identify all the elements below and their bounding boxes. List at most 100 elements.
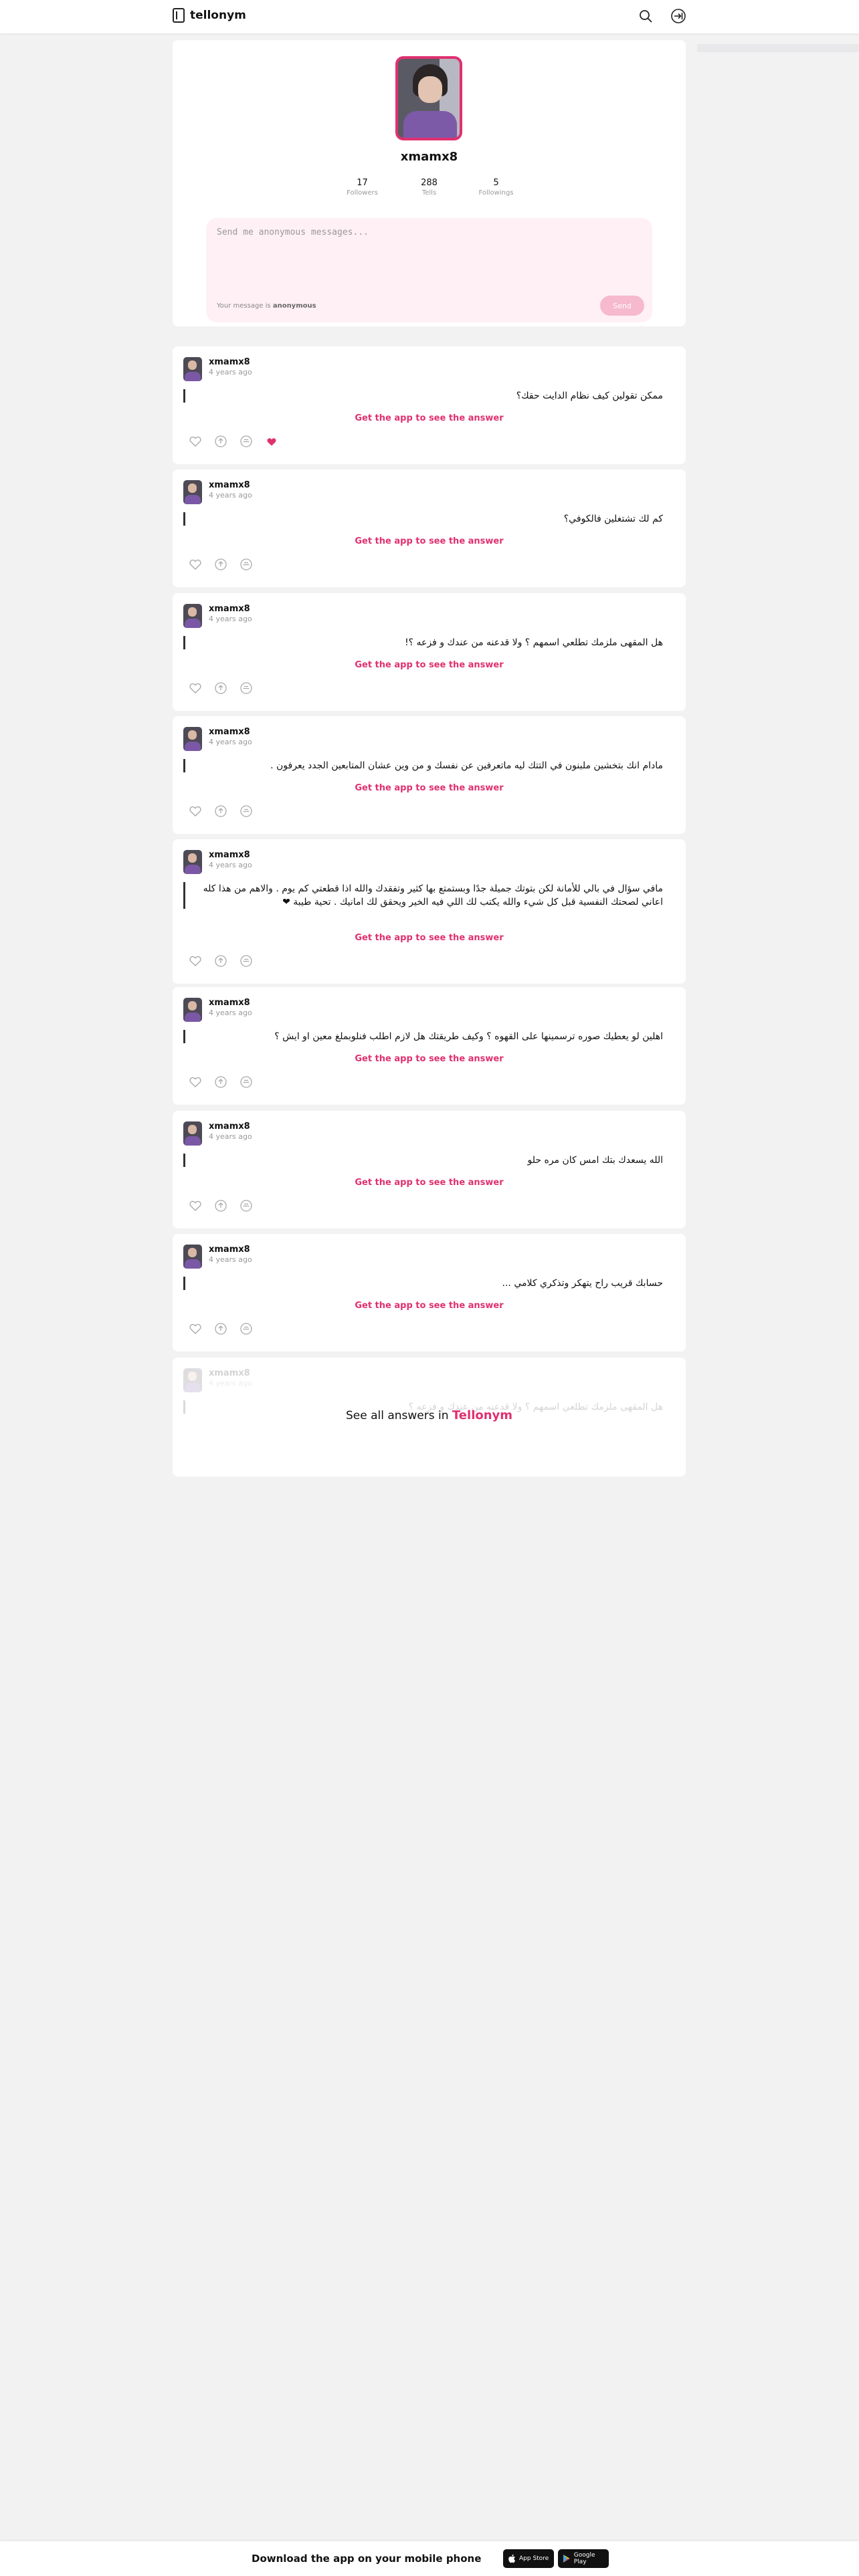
heart-icon[interactable] xyxy=(189,804,202,818)
question-card: xmamx8 4 years ago الله يسعدك بتك امس كان … xyxy=(173,1111,686,1228)
question-username[interactable]: xmamx8 xyxy=(209,850,252,861)
login-icon[interactable] xyxy=(670,7,687,25)
logo-text: tellonym xyxy=(190,9,246,22)
stat-followings[interactable]: 5 Followings xyxy=(476,178,516,197)
send-icon[interactable] xyxy=(240,1075,253,1089)
question-text: هل المقهى ملزمك تطلعي اسمهم ؟ ولا قدعنه … xyxy=(183,636,670,649)
top-bar: tellonym xyxy=(0,0,859,33)
share-icon[interactable] xyxy=(214,558,227,571)
question-card: xmamx8 4 years ago مافي سؤال في بالي للأما… xyxy=(173,839,686,984)
stat-value: 17 xyxy=(357,178,368,188)
user-avatar[interactable] xyxy=(183,480,202,504)
app-store-button[interactable]: App Store xyxy=(503,2549,554,2568)
heart-icon[interactable] xyxy=(189,954,202,968)
stat-followers[interactable]: 17 Followers xyxy=(343,178,383,197)
heart-icon[interactable] xyxy=(189,558,202,571)
see-all-answers[interactable]: See all answers in Tellonym xyxy=(173,1408,686,1422)
question-header: xmamx8 4 years ago xyxy=(183,727,252,751)
question-time: 4 years ago xyxy=(209,491,252,500)
stat-label: Followers xyxy=(347,189,378,197)
question-username: xmamx8 xyxy=(209,1368,250,1378)
user-avatar[interactable] xyxy=(183,357,202,381)
stat-label: Tells xyxy=(421,189,437,197)
question-card: xmamx8 4 years ago ممكن تقولين كيف نظام ال… xyxy=(173,346,686,464)
question-header: xmamx8 4 years ago xyxy=(183,1368,252,1392)
stat-tells[interactable]: 288 Tells xyxy=(409,178,450,197)
note-bold: anonymous xyxy=(272,302,316,310)
get-app-link[interactable]: Get the app to see the answer xyxy=(173,933,686,943)
send-icon[interactable] xyxy=(240,558,253,571)
see-all-overlay-card[interactable]: xmamx8 4 years ago هل المقهى ملزمك تطلعي… xyxy=(173,1358,686,1477)
user-avatar[interactable] xyxy=(183,850,202,874)
send-icon[interactable] xyxy=(240,1199,253,1212)
get-app-link[interactable]: Get the app to see the answer xyxy=(173,660,686,670)
user-avatar[interactable] xyxy=(183,998,202,1022)
profile-stats: 17 Followers 288 Tells 5 Followings xyxy=(173,178,686,197)
question-username[interactable]: xmamx8 xyxy=(209,357,252,368)
heart-icon[interactable] xyxy=(189,681,202,695)
question-username[interactable]: xmamx8 xyxy=(209,604,252,615)
question-username[interactable]: xmamx8 xyxy=(209,1245,252,1255)
get-app-link[interactable]: Get the app to see the answer xyxy=(173,1054,686,1064)
question-card: xmamx8 4 years ago كم لك تشتغلين فالكوفي؟ G… xyxy=(173,469,686,587)
question-actions xyxy=(189,804,253,818)
question-header: xmamx8 4 years ago xyxy=(183,1121,252,1146)
question-actions xyxy=(189,435,278,448)
user-avatar[interactable] xyxy=(183,604,202,628)
user-avatar[interactable] xyxy=(183,1245,202,1269)
question-text: حسابك قريب راح يتهكر وتذكري كلامي ... xyxy=(183,1277,670,1290)
get-app-link[interactable]: Get the app to see the answer xyxy=(173,413,686,423)
share-icon[interactable] xyxy=(214,1075,227,1089)
question-card: xmamx8 4 years ago حسابك قريب راح يتهكر وت… xyxy=(173,1234,686,1352)
get-app-link[interactable]: Get the app to see the answer xyxy=(173,783,686,793)
stat-value: 5 xyxy=(493,178,499,188)
share-icon[interactable] xyxy=(214,1322,227,1335)
question-username[interactable]: xmamx8 xyxy=(209,480,252,491)
send-icon[interactable] xyxy=(240,435,253,448)
logo-icon xyxy=(173,8,185,23)
stat-value: 288 xyxy=(421,178,438,188)
send-icon[interactable] xyxy=(240,681,253,695)
heart-icon[interactable] xyxy=(189,435,202,448)
share-icon[interactable] xyxy=(214,954,227,968)
send-button[interactable]: Send xyxy=(600,296,644,316)
question-username[interactable]: xmamx8 xyxy=(209,1121,252,1132)
heart-icon[interactable] xyxy=(189,1199,202,1212)
search-icon[interactable] xyxy=(637,7,654,25)
see-all-prefix: See all answers in xyxy=(345,1409,452,1422)
question-card: xmamx8 4 years ago اهلين لو يعطيك صوره ترس… xyxy=(173,987,686,1105)
message-input[interactable] xyxy=(217,227,645,288)
profile-avatar xyxy=(395,56,462,140)
question-time: 4 years ago xyxy=(209,1255,252,1264)
send-icon[interactable] xyxy=(240,1322,253,1335)
question-time: 4 years ago xyxy=(209,1132,252,1141)
question-time: 4 years ago xyxy=(209,368,252,377)
question-time: 4 years ago xyxy=(209,738,252,746)
send-icon[interactable] xyxy=(240,954,253,968)
anonymous-note: Your message is anonymous xyxy=(217,302,316,310)
question-actions xyxy=(189,954,253,968)
question-time: 4 years ago xyxy=(209,1008,252,1017)
user-avatar[interactable] xyxy=(183,727,202,751)
google-play-icon xyxy=(563,2555,570,2563)
share-icon[interactable] xyxy=(214,1199,227,1212)
question-text: مادام انك بتخشين ملبنون في التتك ليه مات… xyxy=(183,759,670,772)
download-bar: Download the app on your mobile phone Ap… xyxy=(0,2541,859,2576)
question-username[interactable]: xmamx8 xyxy=(209,727,252,738)
share-icon[interactable] xyxy=(214,681,227,695)
heart-icon[interactable] xyxy=(189,1075,202,1089)
get-app-link[interactable]: Get the app to see the answer xyxy=(173,1178,686,1188)
get-app-link[interactable]: Get the app to see the answer xyxy=(173,1301,686,1311)
question-card: xmamx8 4 years ago مادام انك بتخشين ملبنون… xyxy=(173,716,686,834)
user-avatar[interactable] xyxy=(183,1121,202,1146)
question-text: مافي سؤال في بالي للأمانة لكن بتوتك جميل… xyxy=(183,882,670,909)
send-icon[interactable] xyxy=(240,804,253,818)
share-icon[interactable] xyxy=(214,804,227,818)
heart-icon[interactable] xyxy=(189,1322,202,1335)
google-play-button[interactable]: Google Play xyxy=(558,2549,609,2568)
see-all-brand: Tellonym xyxy=(452,1408,513,1422)
share-icon[interactable] xyxy=(214,435,227,448)
get-app-link[interactable]: Get the app to see the answer xyxy=(173,536,686,546)
logo[interactable]: tellonym xyxy=(173,8,246,23)
question-username[interactable]: xmamx8 xyxy=(209,998,252,1008)
